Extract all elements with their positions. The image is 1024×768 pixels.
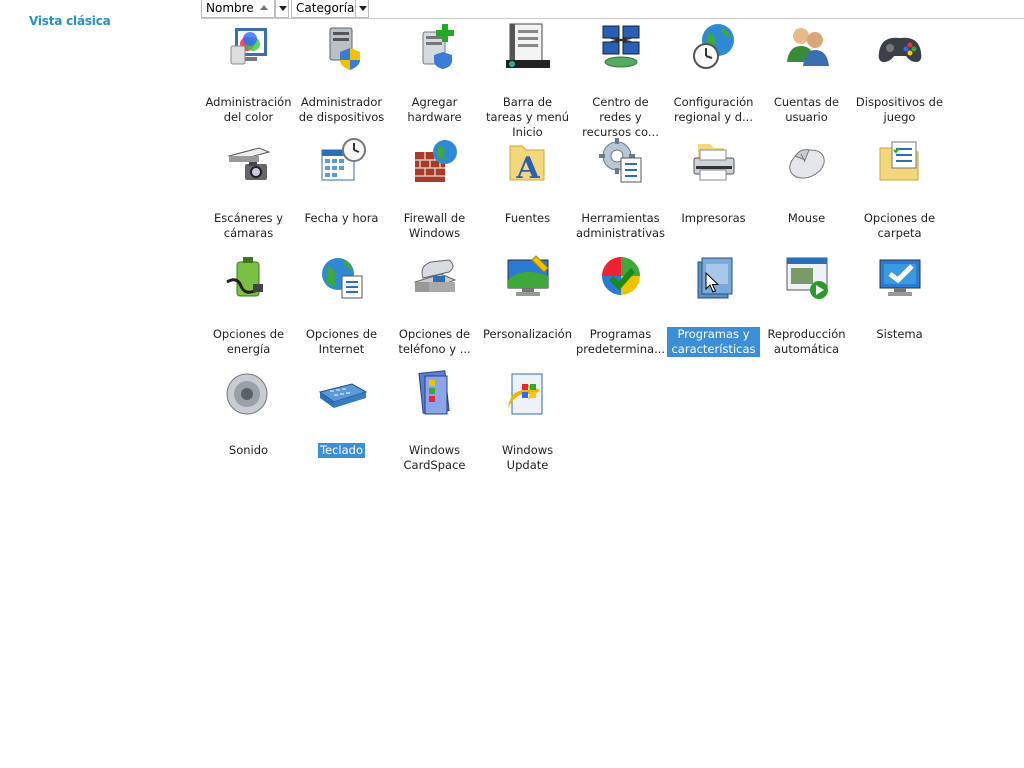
- control-panel-item[interactable]: Personalización: [481, 250, 574, 342]
- control-panel-item-label: Reproducción automática: [767, 327, 846, 356]
- control-panel-item-label: Windows CardSpace: [403, 443, 466, 472]
- folder-options-icon: [874, 136, 926, 188]
- column-name[interactable]: Nombre: [201, 0, 275, 18]
- control-panel-item-label: Opciones de Internet: [305, 327, 378, 356]
- column-name-label: Nombre: [206, 1, 254, 15]
- control-panel-item[interactable]: Programas predetermina...: [574, 250, 667, 357]
- mouse-icon: [781, 136, 833, 188]
- control-panel-item-label: Sistema: [876, 327, 923, 341]
- column-name-dropdown[interactable]: [275, 0, 289, 18]
- windows-update-icon: [502, 368, 554, 420]
- control-panel-item-label: Opciones de carpeta: [863, 211, 936, 240]
- control-panel-item[interactable]: Firewall de Windows: [388, 134, 481, 241]
- control-panel-item[interactable]: Cuentas de usuario: [760, 18, 853, 125]
- regional-settings-icon: [688, 20, 740, 72]
- control-panel-item[interactable]: Sonido: [202, 366, 295, 458]
- control-panel-item[interactable]: Programas y características: [667, 250, 760, 357]
- phone-modem-icon: [409, 252, 461, 304]
- control-panel-item[interactable]: Windows CardSpace: [388, 366, 481, 473]
- control-panel-item-label: Opciones de teléfono y ...: [398, 327, 471, 356]
- control-panel-item-label: Windows Update: [501, 443, 554, 472]
- control-panel-items: Administración del color Administrador de…: [202, 18, 962, 498]
- date-time-icon: [316, 136, 368, 188]
- control-panel-item-label: Opciones de energía: [212, 327, 285, 356]
- sort-ascending-icon: [260, 5, 268, 10]
- control-panel-item-label: Teclado: [317, 443, 366, 458]
- control-panel-item[interactable]: Barra de tareas y menú Inicio: [481, 18, 574, 140]
- control-panel-item-label: Fecha y hora: [304, 211, 379, 225]
- control-panel-item[interactable]: Opciones de energía: [202, 250, 295, 357]
- control-panel-item[interactable]: Escáneres y cámaras: [202, 134, 295, 241]
- control-panel-item-label: Administración del color: [205, 95, 292, 124]
- control-panel-item[interactable]: Reproducción automática: [760, 250, 853, 357]
- control-panel-item-label: Fuentes: [504, 211, 551, 225]
- control-panel-item[interactable]: Herramientas administrativas: [574, 134, 667, 241]
- keyboard-icon: [316, 368, 368, 420]
- control-panel-item[interactable]: Configuración regional y d...: [667, 18, 760, 125]
- column-category-label: Categoría: [296, 1, 355, 15]
- network-center-icon: [595, 20, 647, 72]
- control-panel-item-label: Programas predetermina...: [576, 327, 666, 356]
- control-panel-item[interactable]: Impresoras: [667, 134, 760, 226]
- control-panel-item-label: Escáneres y cámaras: [214, 211, 283, 240]
- control-panel-item[interactable]: Teclado: [295, 366, 388, 458]
- scanner-camera-icon: [223, 136, 275, 188]
- control-panel-item[interactable]: Administrador de dispositivos: [295, 18, 388, 125]
- add-hardware-icon: [409, 20, 461, 72]
- printer-icon: [688, 136, 740, 188]
- control-panel-item-label: Administrador de dispositivos: [298, 95, 385, 124]
- firewall-icon: [409, 136, 461, 188]
- taskbar-icon: [502, 20, 554, 72]
- control-panel-item[interactable]: Dispositivos de juego: [853, 18, 946, 125]
- control-panel-item[interactable]: Centro de redes y recursos co...: [574, 18, 667, 140]
- internet-options-icon: [316, 252, 368, 304]
- classic-view-link[interactable]: Vista clásica: [29, 14, 111, 28]
- device-manager-icon: [316, 20, 368, 72]
- control-panel-item-label: Firewall de Windows: [403, 211, 466, 240]
- game-controller-icon: [874, 20, 926, 72]
- control-panel-item-label: Cuentas de usuario: [773, 95, 840, 124]
- svg-text:A: A: [515, 151, 540, 186]
- control-panel-item-label: Impresoras: [681, 211, 746, 225]
- cardspace-icon: [409, 368, 461, 420]
- control-panel-item-label: Mouse: [787, 211, 826, 225]
- default-programs-icon: [595, 252, 647, 304]
- mouse-pointer-icon: [705, 272, 719, 293]
- control-panel-item-label: Configuración regional y d...: [673, 95, 754, 124]
- control-panel-item[interactable]: Fecha y hora: [295, 134, 388, 226]
- autoplay-icon: [781, 252, 833, 304]
- control-panel-item[interactable]: Mouse: [760, 134, 853, 226]
- control-panel-item[interactable]: Opciones de Internet: [295, 250, 388, 357]
- control-panel-item[interactable]: A Fuentes: [481, 134, 574, 226]
- control-panel-item[interactable]: Windows Update: [481, 366, 574, 473]
- control-panel-item-label: Agregar hardware: [407, 95, 462, 124]
- column-header-bar: Nombre Categoría: [201, 0, 1024, 19]
- control-panel-item-label: Herramientas administrativas: [576, 211, 666, 240]
- control-panel-item[interactable]: Opciones de teléfono y ...: [388, 250, 481, 357]
- control-panel-item-label: Personalización: [483, 327, 573, 341]
- control-panel-item[interactable]: Administración del color: [202, 18, 295, 125]
- fonts-folder-icon: A: [502, 136, 554, 188]
- column-category-dropdown[interactable]: [355, 0, 369, 18]
- personalization-icon: [502, 252, 554, 304]
- control-panel-item[interactable]: Opciones de carpeta: [853, 134, 946, 241]
- system-icon: [874, 252, 926, 304]
- power-options-icon: [223, 252, 275, 304]
- control-panel-item-label: Dispositivos de juego: [855, 95, 944, 124]
- sidebar: Vista clásica: [0, 0, 200, 768]
- color-management-icon: [223, 20, 275, 72]
- admin-tools-icon: [595, 136, 647, 188]
- control-panel-item-label: Sonido: [228, 443, 269, 457]
- control-panel-item-label: Programas y características: [667, 327, 760, 357]
- control-panel-item[interactable]: Sistema: [853, 250, 946, 342]
- user-accounts-icon: [781, 20, 833, 72]
- speaker-icon: [223, 368, 275, 420]
- control-panel-item[interactable]: Agregar hardware: [388, 18, 481, 125]
